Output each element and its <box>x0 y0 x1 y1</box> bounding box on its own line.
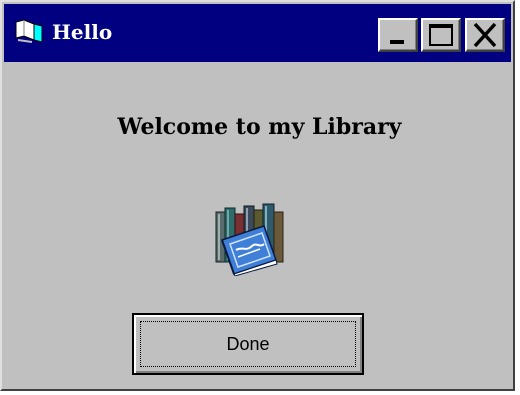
hello-window: Hello Welcome to my Library Done <box>0 0 515 391</box>
close-button[interactable] <box>465 18 505 52</box>
done-button-label: Done <box>226 334 270 354</box>
window-title: Hello <box>52 20 113 44</box>
window-app-icon[interactable] <box>14 18 44 44</box>
close-icon <box>473 22 497 48</box>
welcome-heading: Welcome to my Library <box>117 114 402 140</box>
minimize-icon <box>390 40 404 44</box>
title-bar[interactable]: Hello <box>4 4 511 62</box>
library-books-icon <box>210 200 290 277</box>
maximize-icon <box>429 24 453 46</box>
minimize-button[interactable] <box>378 18 418 52</box>
maximize-button[interactable] <box>421 18 461 52</box>
done-button[interactable]: Done <box>132 313 364 375</box>
